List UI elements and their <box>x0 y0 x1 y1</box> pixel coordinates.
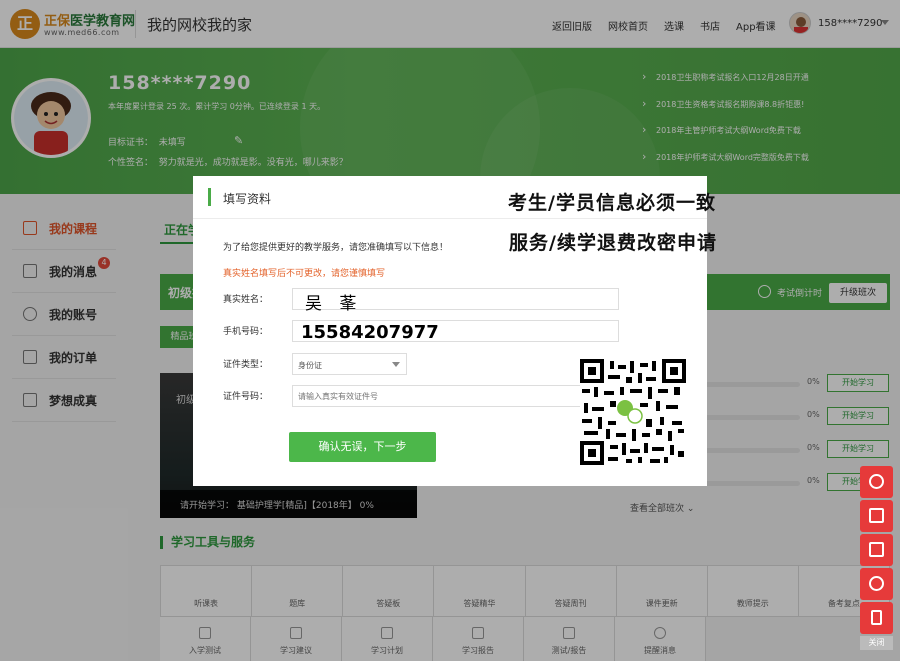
title-accent <box>208 188 211 206</box>
notice-text: 服务/续学退费改密申请 <box>509 232 717 254</box>
dialog-title: 填写资料 <box>223 192 272 206</box>
phone-field[interactable]: 15584207977 <box>292 320 619 343</box>
customer-service-button[interactable] <box>860 466 893 498</box>
phone-button[interactable] <box>860 500 893 532</box>
name-label: 真实姓名： <box>223 295 269 305</box>
id-number-input[interactable] <box>293 386 618 406</box>
floating-service-bar: 关闭 <box>860 466 893 650</box>
caution-text: 真实姓名填写后不可更改，请您谨慎填写 <box>223 269 386 279</box>
chevron-down-icon <box>392 362 400 367</box>
mobile-icon <box>871 610 882 625</box>
fill-info-dialog: 填写资料 考生/学员信息必须一致 服务/续学退费改密申请 为了给您提供更好的教学… <box>193 176 716 486</box>
confirm-next-button[interactable]: 确认无误，下一步 <box>289 432 436 462</box>
share-button[interactable] <box>860 568 893 600</box>
id-number-label: 证件号码： <box>223 392 269 402</box>
id-type-label: 证件类型： <box>223 360 269 370</box>
headset-icon <box>869 474 884 489</box>
name-value: 吴 莑 <box>305 294 363 314</box>
phone-label: 手机号码： <box>223 327 269 337</box>
close-button[interactable]: 关闭 <box>860 636 893 650</box>
notice-text: 考生/学员信息必须一致 <box>508 192 716 214</box>
phone-value: 15584207977 <box>301 322 439 343</box>
qr-code <box>580 359 686 465</box>
name-field[interactable]: 吴 莑 <box>292 288 619 314</box>
id-type-select[interactable]: 身份证 <box>292 353 407 375</box>
mail-icon <box>869 542 884 557</box>
mobile-button[interactable] <box>860 602 893 634</box>
id-number-field[interactable] <box>292 385 619 407</box>
share-icon <box>869 576 884 591</box>
email-button[interactable] <box>860 534 893 566</box>
intro-text: 为了给您提供更好的教学服务，请您准确填写以下信息！ <box>223 243 449 253</box>
phone-icon <box>869 508 884 523</box>
